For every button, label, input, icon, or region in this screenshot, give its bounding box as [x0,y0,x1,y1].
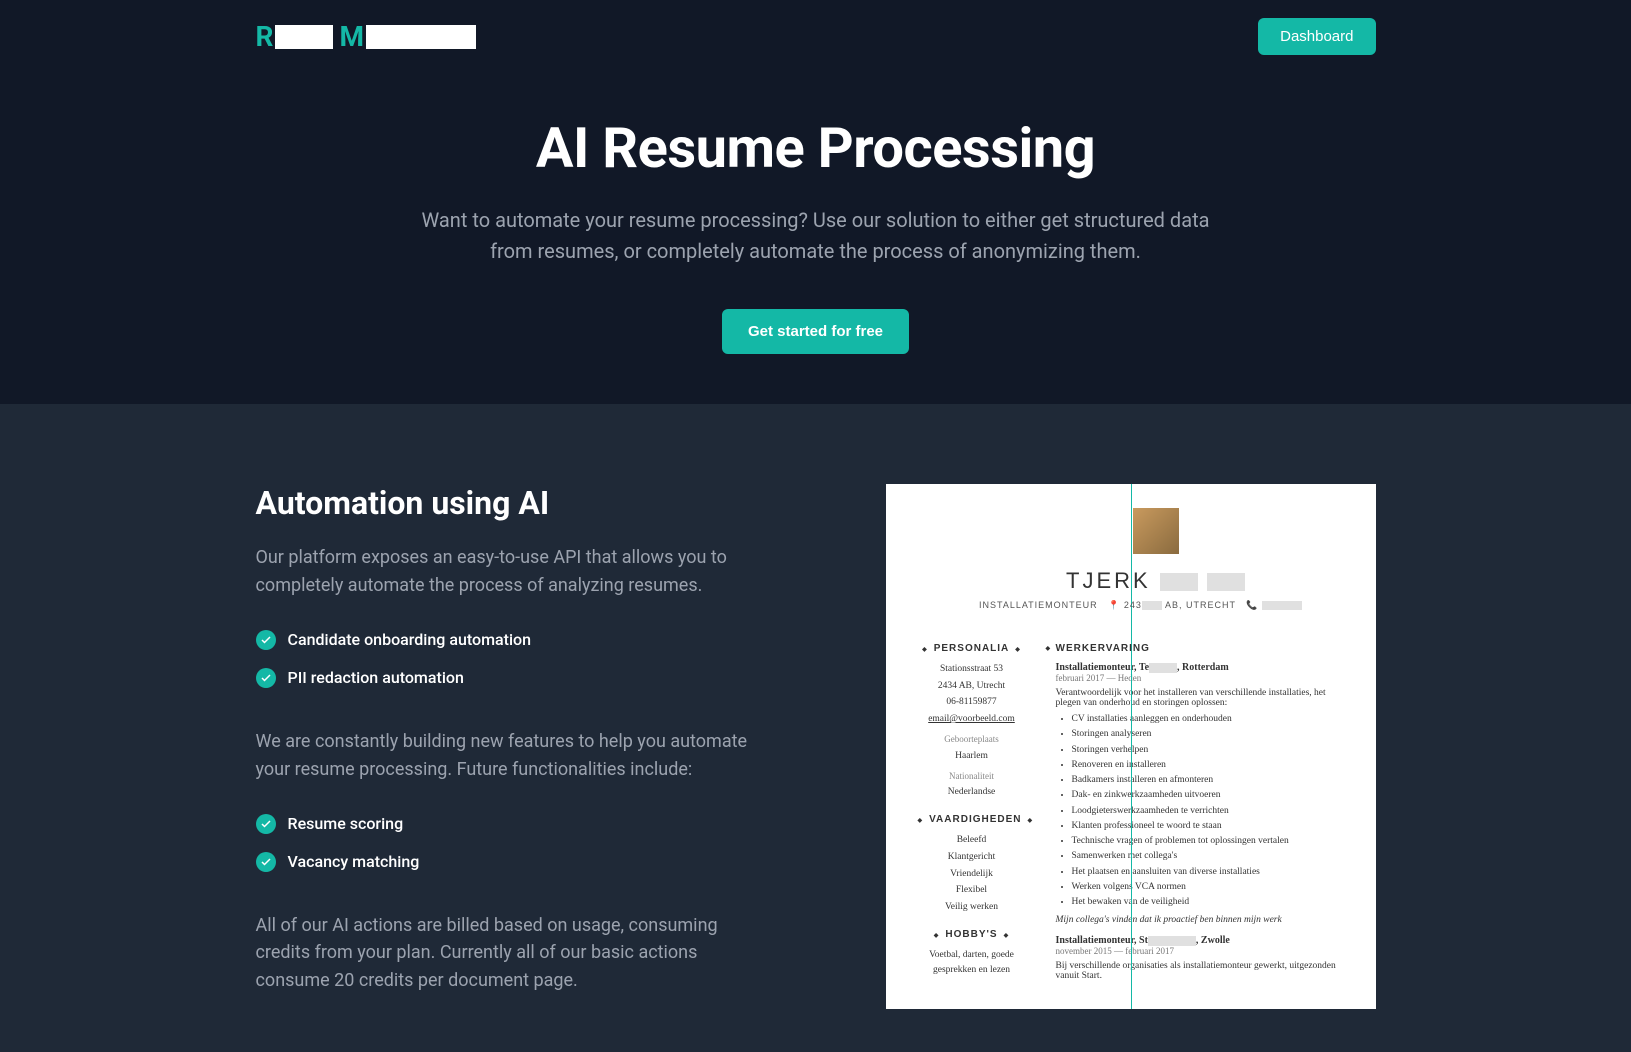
resume-job-date: november 2015 — februari 2017 [1056,946,1350,956]
dashboard-button[interactable]: Dashboard [1258,18,1375,55]
resume-personalia: Stationsstraat 53 2434 AB, Utrecht 06-81… [912,662,1032,800]
resume-job-date: februari 2017 — Heden [1056,673,1350,683]
check-icon [256,852,276,872]
section-paragraph: We are constantly building new features … [256,728,776,784]
resume-hobbies: Voetbal, darten, goede gesprekken en lez… [912,948,1032,977]
feature-list-current: Candidate onboarding automation PII redac… [256,630,776,688]
resume-photo [1133,508,1179,554]
feature-label: Vacancy matching [288,852,420,871]
site-logo[interactable]: R M [256,20,476,53]
hero-content: AI Resume Processing Want to automate yo… [406,115,1226,354]
resume-skills: BeleefdKlantgerichtVriendelijkFlexibelVe… [912,833,1032,915]
logo-letter-r: R [256,20,274,53]
hero-subtitle: Want to automate your resume processing?… [406,205,1226,267]
resume-preview: TJERK INSTALLATIEMONTEUR 📍 243 AB, UTREC… [886,484,1376,1009]
resume-name: TJERK [937,568,1375,594]
check-icon [256,630,276,650]
resume-job-desc: Bij verschillende organisaties als insta… [1056,961,1350,981]
section-title: Automation using AI [256,484,776,522]
feature-label: Candidate onboarding automation [288,630,532,649]
resume-split-line [1131,484,1132,1009]
resume-section-head: WERKERVARING [1056,643,1350,654]
feature-item: PII redaction automation [256,668,776,688]
feature-item: Vacancy matching [256,852,776,872]
site-header: R M Dashboard [256,18,1376,55]
feature-item: Resume scoring [256,814,776,834]
feature-label: Resume scoring [288,814,404,833]
resume-meta-line: INSTALLATIEMONTEUR 📍 243 AB, UTRECHT 📞 [922,600,1360,611]
name-redact-bar [1207,573,1245,591]
feature-item: Candidate onboarding automation [256,630,776,650]
section-paragraph: All of our AI actions are billed based o… [256,912,776,996]
logo-redact-bar [366,25,476,49]
resume-section-head: HOBBY'S [912,929,1032,940]
logo-redact-bar [275,25,333,49]
logo-letter-m: M [339,20,364,53]
resume-job-bullets: CV installaties aanleggen en onderhouden… [1056,712,1350,909]
feature-column: Automation using AI Our platform exposes… [256,484,776,1025]
name-redact-bar [1160,573,1198,591]
feature-label: PII redaction automation [288,668,464,687]
check-icon [256,668,276,688]
hero-title: AI Resume Processing [406,115,1226,181]
resume-job-title: Installatiemonteur, St, Zwolle [1056,935,1350,946]
resume-job-title: Installatiemonteur, Te, Rotterdam [1056,662,1350,673]
feature-list-future: Resume scoring Vacancy matching [256,814,776,872]
resume-section-head: VAARDIGHEDEN [912,814,1032,825]
resume-job-desc: Verantwoordelijk voor het installeren va… [1056,688,1350,708]
section-paragraph: Our platform exposes an easy-to-use API … [256,544,776,600]
check-icon [256,814,276,834]
resume-section-head: PERSONALIA [912,643,1032,654]
resume-job-quote: Mijn collega's vinden dat ik proactief b… [1056,915,1350,925]
get-started-button[interactable]: Get started for free [722,309,909,354]
